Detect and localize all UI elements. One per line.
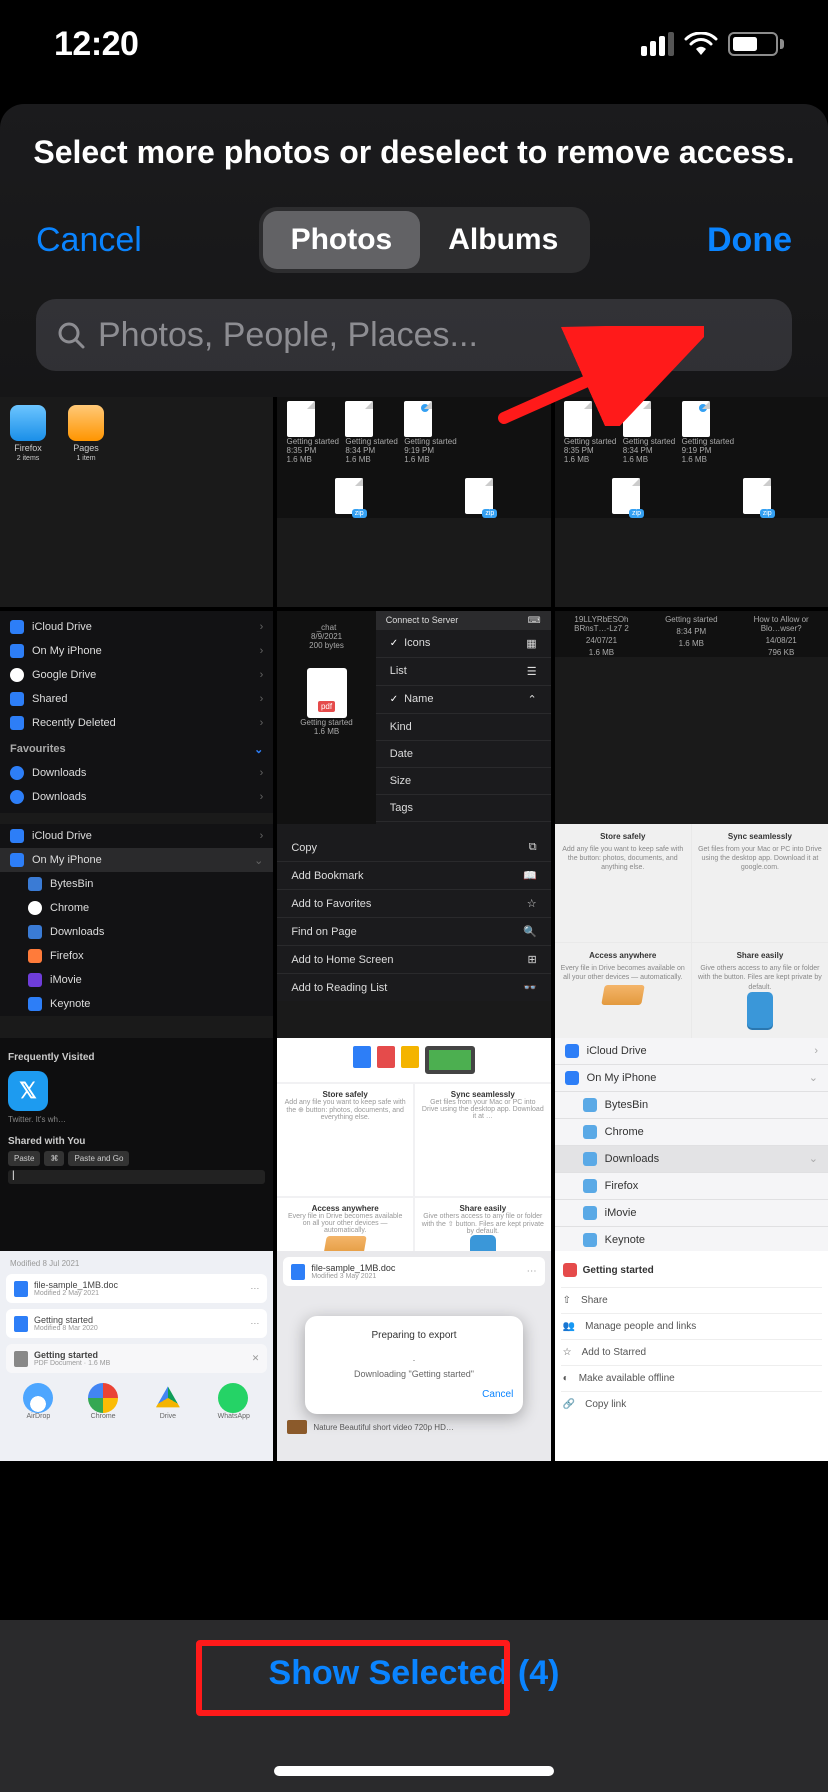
cancel-button[interactable]: Cancel (36, 221, 142, 260)
wifi-icon (684, 32, 718, 56)
search-icon (56, 320, 86, 350)
battery-icon (728, 32, 784, 56)
search-placeholder: Photos, People, Places... (98, 316, 478, 355)
segmented-control[interactable]: Photos Albums (259, 207, 591, 273)
segment-photos[interactable]: Photos (263, 211, 421, 269)
photo-thumb[interactable]: Getting started8:35 PM1.6 MB Getting sta… (555, 397, 828, 607)
photo-thumb[interactable]: file-sample_1MB.docModified 3 May 2021⋯ … (277, 1251, 550, 1461)
status-indicators (641, 32, 784, 56)
status-bar: 12:20 (0, 0, 828, 88)
twitter-icon: 𝕏 (8, 1071, 48, 1111)
photo-thumb[interactable]: Modified 8 Jul 2021 file-sample_1MB.docM… (0, 1251, 273, 1461)
people-icon: 👥 (563, 1321, 575, 1332)
sheet-header: Select more photos or deselect to remove… (0, 104, 828, 397)
segment-albums[interactable]: Albums (420, 211, 586, 269)
show-selected-button[interactable]: Show Selected (4) (269, 1654, 560, 1693)
home-indicator[interactable] (274, 1766, 554, 1776)
nav-row: Cancel Photos Albums Done (0, 171, 828, 299)
photo-picker-sheet: Select more photos or deselect to remove… (0, 104, 828, 1792)
photo-thumb[interactable]: Getting started8:35 PM1.6 MB Getting sta… (277, 397, 550, 607)
plus-icon: ⊞ (527, 953, 536, 966)
share-icon: ⇧ (563, 1295, 571, 1306)
sheet-title: Select more photos or deselect to remove… (0, 134, 828, 171)
done-button[interactable]: Done (707, 221, 792, 260)
status-time: 12:20 (54, 25, 138, 64)
photo-thumb[interactable]: Getting started ⇧Share 👥Manage people an… (555, 1251, 828, 1461)
search-field[interactable]: Photos, People, Places... (36, 299, 792, 371)
photo-thumb[interactable]: Firefox2 items Pages1 item (0, 397, 273, 607)
cellular-icon (641, 32, 674, 56)
star-outline-icon: ☆ (563, 1347, 572, 1358)
glasses-icon: 👓 (523, 981, 537, 994)
book-icon: 📖 (523, 869, 537, 882)
photo-grid[interactable]: Firefox2 items Pages1 item Getting start… (0, 397, 828, 1461)
link-icon: 🔗 (563, 1399, 575, 1410)
copy-icon: ⧉ (529, 841, 537, 854)
offline-icon: ◐ (563, 1373, 569, 1384)
star-icon: ☆ (527, 897, 537, 910)
bottom-toolbar: Show Selected (4) (0, 1620, 828, 1792)
search-mini-icon: 🔍 (523, 925, 537, 938)
